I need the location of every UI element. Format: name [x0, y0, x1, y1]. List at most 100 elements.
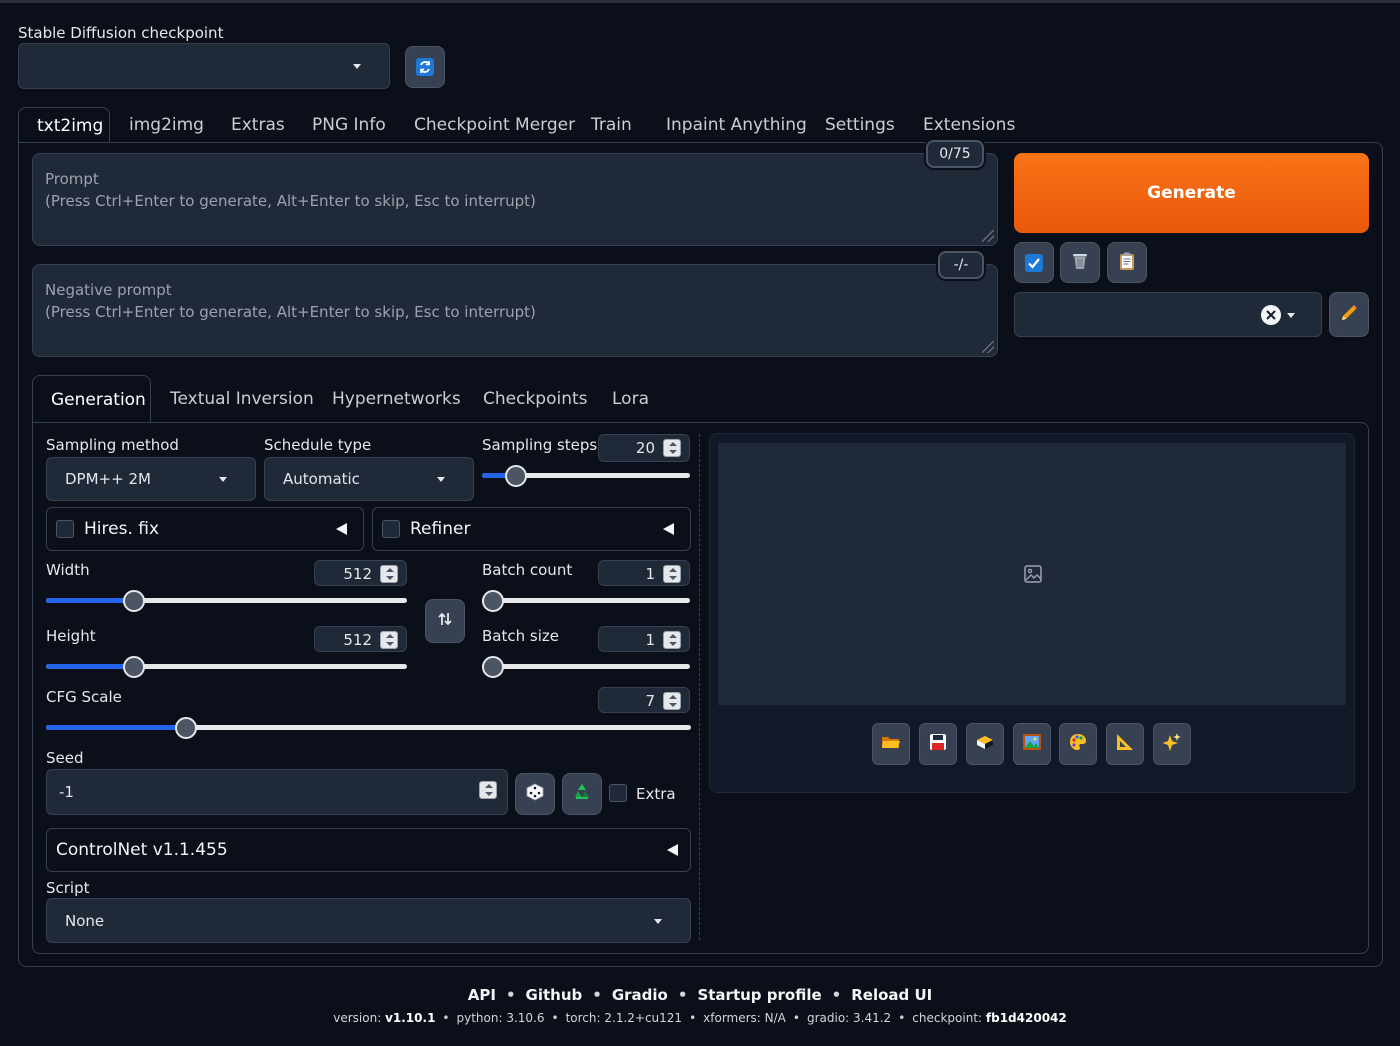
send-to-extras-button[interactable]	[1106, 723, 1144, 765]
sampling-method-dropdown[interactable]: DPM++ 2M	[46, 457, 256, 501]
random-seed-button[interactable]	[515, 773, 555, 815]
tab-extras[interactable]: Extras	[213, 107, 303, 143]
send-to-inpaint-button[interactable]	[1059, 723, 1097, 765]
seed-label: Seed	[46, 749, 84, 767]
swap-arrows-icon	[437, 611, 453, 631]
extra-seed-checkbox[interactable]	[609, 784, 627, 802]
height-label: Height	[46, 627, 96, 645]
slider-thumb[interactable]	[482, 656, 504, 678]
footer-link-gradio[interactable]: Gradio	[612, 986, 668, 1004]
batch-count-label: Batch count	[482, 561, 573, 579]
controlnet-accordion[interactable]: ControlNet v1.1.455	[46, 828, 691, 872]
footer-link-startup-profile[interactable]: Startup profile	[697, 986, 821, 1004]
footer-link-api[interactable]: API	[468, 986, 496, 1004]
tab-lora[interactable]: Lora	[594, 375, 667, 423]
footer-link-github[interactable]: Github	[526, 986, 583, 1004]
cfg-scale-input[interactable]: 7	[598, 687, 690, 713]
open-folder-button[interactable]	[872, 723, 910, 765]
sampling-steps-slider[interactable]	[482, 465, 690, 487]
stepper-icon[interactable]	[380, 631, 398, 649]
stepper-icon[interactable]	[380, 565, 398, 583]
floppy-disk-icon	[929, 733, 947, 755]
refiner-accordion[interactable]: Refiner	[372, 507, 691, 551]
generate-button[interactable]: Generate	[1014, 153, 1369, 233]
recycle-icon	[571, 781, 593, 807]
read-params-button[interactable]	[1014, 242, 1054, 283]
checkpoint-dropdown[interactable]	[18, 43, 390, 89]
tab-checkpoint-merger[interactable]: Checkpoint Merger	[396, 107, 593, 143]
refiner-checkbox[interactable]	[382, 520, 400, 538]
tab-hypernetworks[interactable]: Hypernetworks	[314, 375, 479, 423]
save-button[interactable]	[919, 723, 957, 765]
width-value: 512	[343, 565, 372, 583]
tab-textual-inversion[interactable]: Textual Inversion	[152, 375, 332, 423]
slider-thumb[interactable]	[505, 465, 527, 487]
refresh-icon	[416, 58, 434, 76]
stepper-icon[interactable]	[663, 439, 681, 457]
footer-link-reload-ui[interactable]: Reload UI	[851, 986, 932, 1004]
width-slider[interactable]	[46, 590, 407, 612]
tab-img2img[interactable]: img2img	[111, 107, 222, 143]
width-input[interactable]: 512	[314, 560, 407, 586]
sampling-method-value: DPM++ 2M	[65, 470, 151, 488]
tab-train[interactable]: Train	[573, 107, 650, 143]
sub-tabs: Generation Textual Inversion Hypernetwor…	[32, 375, 1369, 423]
cfg-scale-slider[interactable]	[46, 717, 691, 739]
batch-size-label: Batch size	[482, 627, 559, 645]
separator-dot-icon: •	[592, 986, 602, 1004]
swap-dimensions-button[interactable]	[425, 599, 465, 643]
tab-extensions[interactable]: Extensions	[905, 107, 1033, 143]
schedule-type-label: Schedule type	[264, 436, 372, 454]
clear-prompt-button[interactable]	[1060, 242, 1100, 283]
output-image-area[interactable]	[718, 443, 1346, 705]
edit-styles-button[interactable]	[1329, 292, 1369, 337]
refresh-checkpoint-button[interactable]	[405, 46, 445, 88]
tab-inpaint-anything[interactable]: Inpaint Anything	[648, 107, 825, 143]
schedule-type-value: Automatic	[283, 470, 360, 488]
slider-thumb[interactable]	[482, 590, 504, 612]
sampling-steps-input[interactable]: 20	[598, 434, 690, 462]
schedule-type-dropdown[interactable]: Automatic	[264, 457, 474, 501]
negative-prompt-textarea[interactable]: Negative prompt (Press Ctrl+Enter to gen…	[32, 264, 998, 357]
height-input[interactable]: 512	[314, 626, 407, 652]
slider-thumb[interactable]	[123, 590, 145, 612]
send-to-inpaint-anything-button[interactable]	[1153, 723, 1191, 765]
dice-icon	[525, 782, 545, 806]
batch-count-input[interactable]: 1	[598, 560, 690, 586]
separator-dot-icon: •	[831, 986, 842, 1004]
tab-settings[interactable]: Settings	[807, 107, 913, 143]
send-to-img2img-button[interactable]	[1013, 723, 1051, 765]
slider-thumb[interactable]	[175, 717, 197, 739]
script-dropdown[interactable]: None	[46, 898, 691, 943]
stepper-icon[interactable]	[663, 631, 681, 649]
height-slider[interactable]	[46, 656, 407, 678]
styles-dropdown[interactable]	[1014, 292, 1322, 337]
reuse-seed-button[interactable]	[562, 773, 602, 815]
batch-size-slider[interactable]	[482, 656, 690, 678]
resize-handle-icon[interactable]	[982, 341, 994, 353]
hires-fix-checkbox[interactable]	[56, 520, 74, 538]
prompt-textarea[interactable]: Prompt (Press Ctrl+Enter to generate, Al…	[32, 153, 998, 246]
stepper-icon[interactable]	[479, 781, 497, 799]
extra-seed-label: Extra	[636, 785, 676, 803]
slider-thumb[interactable]	[123, 656, 145, 678]
batch-count-slider[interactable]	[482, 590, 690, 612]
separator-dot-icon: •	[677, 986, 688, 1004]
stepper-icon[interactable]	[663, 565, 681, 583]
clear-x-icon[interactable]	[1261, 305, 1281, 325]
tab-checkpoints[interactable]: Checkpoints	[465, 375, 606, 423]
seed-input[interactable]: -1	[46, 769, 508, 815]
stepper-icon[interactable]	[663, 692, 681, 710]
checkpoint-hash-label: checkpoint:	[912, 1011, 983, 1025]
framed-picture-icon	[1022, 733, 1042, 755]
sparkles-icon	[1162, 732, 1182, 756]
hires-fix-accordion[interactable]: Hires. fix	[46, 507, 364, 551]
tab-generation[interactable]: Generation	[32, 375, 151, 423]
resize-handle-icon[interactable]	[982, 230, 994, 242]
tab-txt2img[interactable]: txt2img	[18, 107, 110, 143]
tab-png-info[interactable]: PNG Info	[294, 107, 404, 143]
batch-size-input[interactable]: 1	[598, 626, 690, 652]
checkpoint-hash-value: fb1d420042	[985, 1011, 1067, 1025]
paste-styles-button[interactable]	[1107, 242, 1147, 283]
zip-button[interactable]	[966, 723, 1004, 765]
